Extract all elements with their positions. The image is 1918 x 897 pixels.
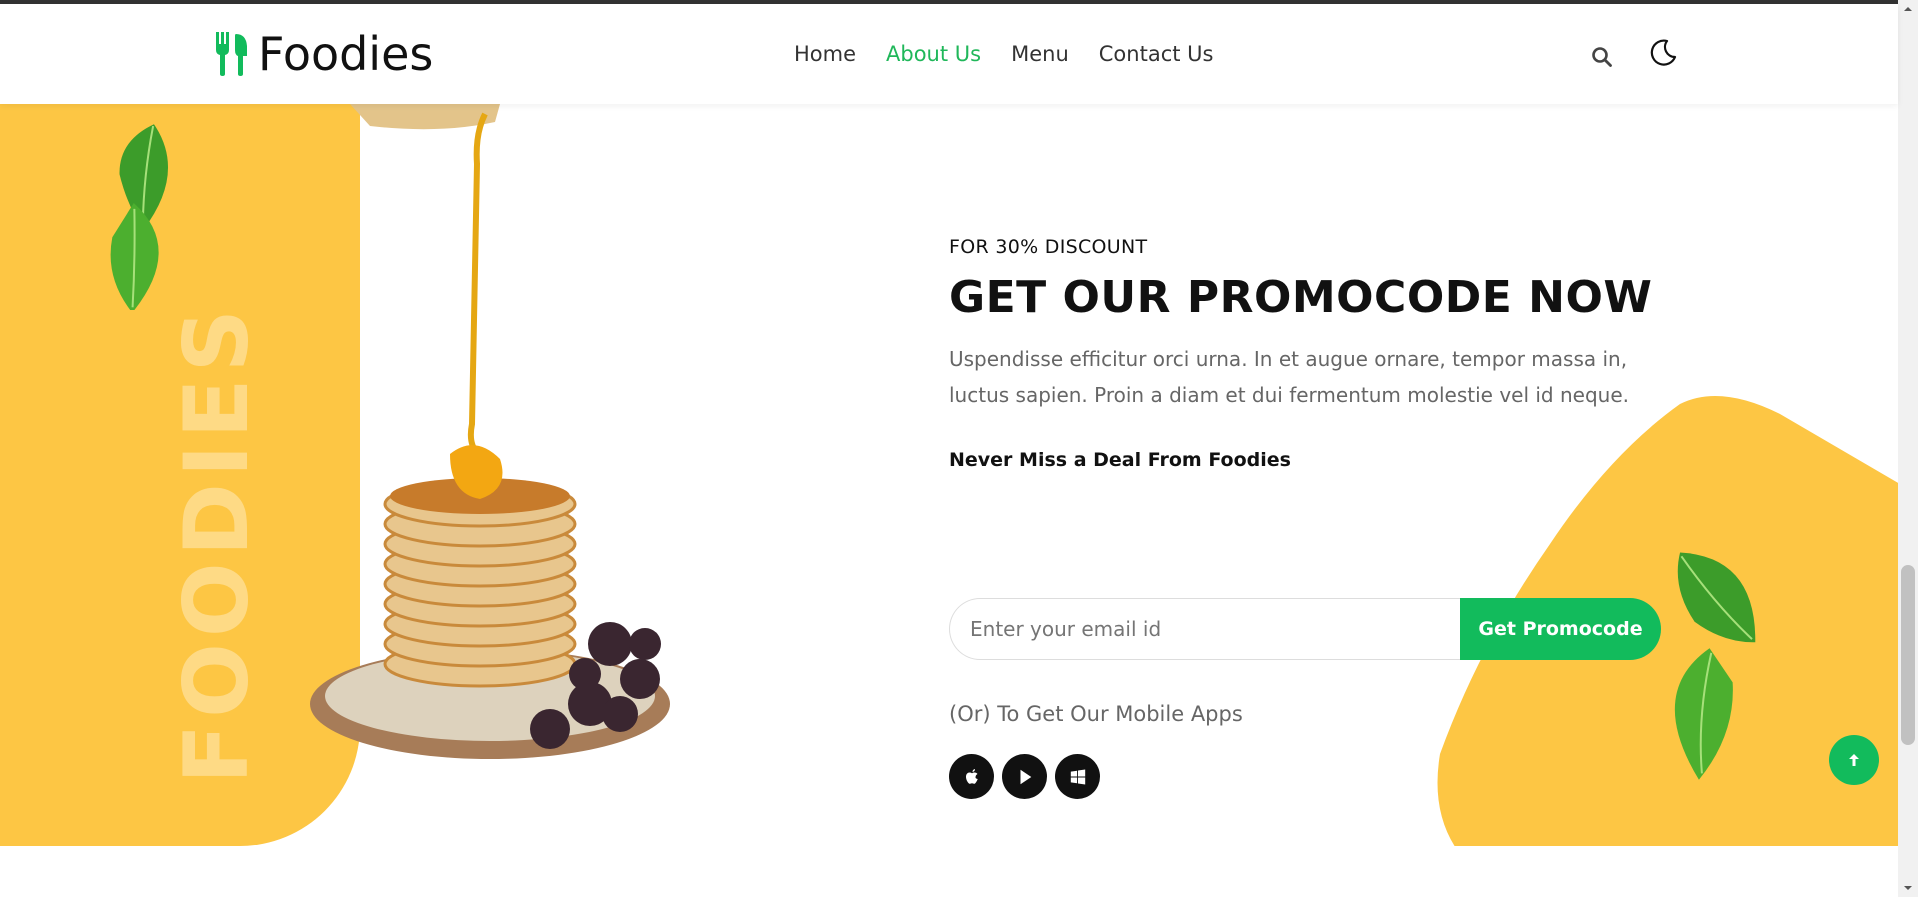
apple-store-button[interactable] xyxy=(949,754,994,799)
app-store-links xyxy=(949,754,1100,799)
mint-leaf-image xyxy=(1674,552,1756,780)
promo-title: GET OUR PROMOCODE NOW xyxy=(949,272,1653,323)
side-word: FOODIES xyxy=(165,302,268,784)
scroll-down-arrow-icon[interactable] xyxy=(1903,883,1913,893)
deal-label: Never Miss a Deal From Foodies xyxy=(949,449,1291,471)
apple-icon xyxy=(965,768,978,784)
play-store-button[interactable] xyxy=(1002,754,1047,799)
promo-section: FOODIES FOR 30% DISCOUNT GET OUR PROMOCO… xyxy=(0,104,1898,846)
search-icon xyxy=(1592,47,1612,67)
page-scrollbar[interactable] xyxy=(1898,0,1918,897)
windows-icon xyxy=(1070,768,1085,785)
main-nav: Home About Us Menu Contact Us xyxy=(794,42,1213,66)
mint-leaf-image xyxy=(110,124,169,310)
arrow-up-icon xyxy=(1849,754,1859,766)
promo-description: Uspendisse efficitur orci urna. In et au… xyxy=(949,347,1629,407)
nav-home[interactable]: Home xyxy=(794,42,856,66)
site-header: Foodies Home About Us Menu Contact Us xyxy=(0,4,1898,104)
search-button[interactable] xyxy=(1590,45,1614,69)
nav-contact-us[interactable]: Contact Us xyxy=(1099,42,1214,66)
play-store-icon xyxy=(1020,769,1031,784)
promo-content: FOR 30% DISCOUNT GET OUR PROMOCODE NOW U… xyxy=(949,236,1669,799)
windows-store-button[interactable] xyxy=(1055,754,1100,799)
fork-knife-icon xyxy=(216,32,247,76)
moon-icon xyxy=(1650,39,1677,66)
pancake-stack-image xyxy=(310,104,670,759)
scroll-to-top-button[interactable] xyxy=(1829,735,1879,785)
logo-text: Foodies xyxy=(258,27,434,81)
promo-form: Get Promocode xyxy=(949,598,1661,660)
nav-menu[interactable]: Menu xyxy=(1011,42,1069,66)
email-input[interactable] xyxy=(949,598,1489,660)
dark-mode-toggle[interactable] xyxy=(1648,38,1678,68)
scroll-up-arrow-icon[interactable] xyxy=(1903,4,1913,14)
promo-subtitle: FOR 30% DISCOUNT xyxy=(949,236,1148,258)
get-promocode-button[interactable]: Get Promocode xyxy=(1460,598,1661,660)
apps-label: (Or) To Get Our Mobile Apps xyxy=(949,702,1243,726)
nav-about-us[interactable]: About Us xyxy=(886,42,981,66)
logo[interactable]: Foodies xyxy=(214,31,433,77)
scrollbar-thumb[interactable] xyxy=(1901,565,1915,745)
